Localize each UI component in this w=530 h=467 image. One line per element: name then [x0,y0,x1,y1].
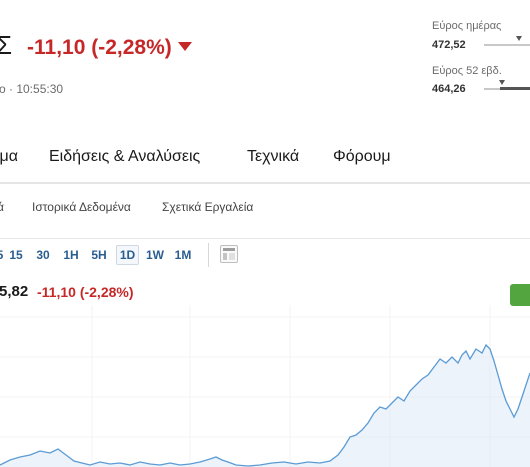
timeframe-separator [208,243,209,267]
week52-range-value: 464,26 [432,83,466,95]
tabs-divider [0,182,530,184]
subtab-historical-data[interactable]: Ιστορικά Δεδομένα [32,200,131,214]
chart-action-button[interactable] [510,284,530,306]
tab-overview[interactable]: ιμα [0,148,18,166]
tab-forum[interactable]: Φόρουμ [333,148,391,166]
price-chart[interactable] [0,305,530,467]
subtab-chart[interactable]: ά [0,200,4,214]
price-area [0,345,530,467]
week52-range-fill [500,87,530,90]
tab-news-analysis[interactable]: Ειδήσεις & Αναλύσεις [49,148,200,166]
candles-icon-part [229,253,235,260]
last-update-time: ο · 10:55:30 [0,82,64,96]
down-arrow-icon [177,41,192,51]
timeframe-1w[interactable]: 1W [144,245,166,265]
timeframe-5m[interactable]: 5 [0,245,6,265]
tab-technical[interactable]: Τεχνικά [247,148,299,166]
week52-range-marker-icon [499,80,505,85]
price-change-text: -11,10 (-2,28%) [27,36,172,59]
day-range-value: 472,52 [432,39,466,51]
timeframe-5h[interactable]: 5H [89,245,109,265]
timeframe-1d[interactable]: 1D [116,245,139,265]
chart-change: -11,10 (-2,28%) [37,284,134,300]
chart-type-button[interactable] [220,245,238,263]
day-range-marker-icon [516,36,522,41]
timeframe-1h[interactable]: 1H [61,245,81,265]
candles-icon [223,248,235,251]
timeframe-30m[interactable]: 30 [33,245,53,265]
price-change: -11,10 (-2,28%) [27,36,192,60]
day-range-track [484,44,530,46]
chart-price: 5,82 [0,283,29,300]
day-range-label: Εύρος ημέρας [432,20,502,32]
subtabs-divider [0,238,530,239]
price-fragment: Σ [0,30,13,60]
timeframe-1m[interactable]: 1M [172,245,194,265]
week52-range-label: Εύρος 52 εβδ. [432,65,502,77]
candles-icon-part [223,253,227,260]
subtab-related-tools[interactable]: Σχετικά Εργαλεία [162,200,253,214]
timeframe-15m[interactable]: 15 [7,245,25,265]
